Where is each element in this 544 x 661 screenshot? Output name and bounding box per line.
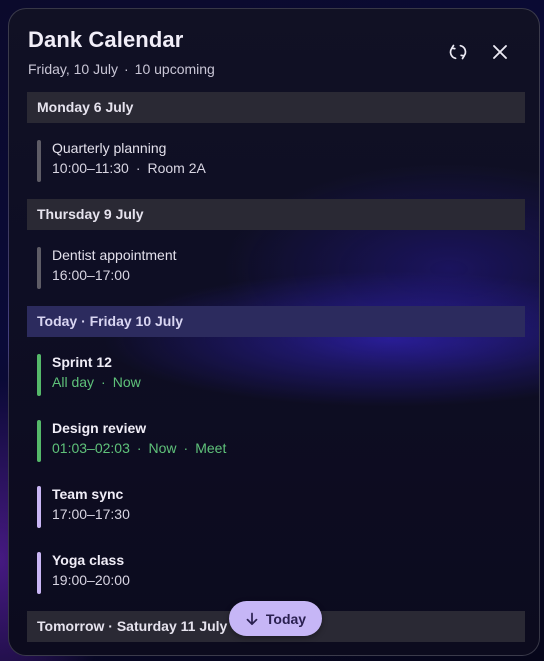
event-status-bar	[37, 420, 41, 462]
event-time: All day	[52, 374, 95, 390]
event-title: Yoga class	[52, 552, 125, 568]
upcoming-count: 10 upcoming	[134, 61, 215, 77]
event-meet-link[interactable]: Meet	[195, 440, 226, 456]
event-meta: 19:00–20:00	[52, 572, 130, 588]
event-time: 01:03–02:03	[52, 440, 130, 456]
event-time: 19:00–20:00	[52, 572, 130, 588]
event-dentist-appointment[interactable]: Dentist appointment 16:00–17:00	[27, 243, 525, 291]
event-meta: 10:00–11:30 · Room 2A	[52, 160, 206, 176]
section-header-thursday: Thursday 9 July	[27, 199, 525, 230]
event-sprint-12[interactable]: Sprint 12 All day · Now	[27, 350, 525, 398]
event-meta: 16:00–17:00	[52, 267, 130, 283]
event-design-review[interactable]: Design review 01:03–02:03 · Now · Meet	[27, 416, 525, 464]
current-date: Friday, 10 July	[28, 61, 118, 77]
today-button-label: Today	[265, 610, 307, 627]
popup-header: Dank Calendar Friday, 10 July · 10 upcomin…	[27, 27, 521, 79]
event-title: Team sync	[52, 486, 124, 502]
jump-to-today-button[interactable]: Today	[229, 601, 322, 636]
subtitle-separator: ·	[124, 61, 129, 77]
close-icon	[493, 45, 507, 59]
event-meta: 01:03–02:03 · Now · Meet	[52, 440, 227, 456]
app-title: Dank Calendar	[28, 27, 184, 52]
event-meta: All day · Now	[52, 374, 141, 390]
event-location: Room 2A	[147, 160, 206, 176]
event-team-sync[interactable]: Team sync 17:00–17:30	[27, 482, 525, 530]
arrow-down-icon	[246, 612, 258, 625]
event-title: Quarterly planning	[52, 140, 167, 156]
event-yoga-class[interactable]: Yoga class 19:00–20:00	[27, 548, 525, 596]
section-header-monday: Monday 6 July	[27, 92, 525, 123]
event-now-badge: Now	[112, 374, 141, 390]
event-time: 17:00–17:30	[52, 506, 130, 522]
event-status-bar	[37, 486, 41, 528]
event-meta: 17:00–17:30	[52, 506, 130, 522]
event-quarterly-planning[interactable]: Quarterly planning 10:00–11:30 · Room 2A	[27, 136, 525, 184]
event-now-badge: Now	[148, 440, 177, 456]
calendar-popup: Dank Calendar Friday, 10 July · 10 upcomin…	[8, 8, 540, 656]
event-time: 16:00–17:00	[52, 267, 130, 283]
event-time: 10:00–11:30	[52, 160, 129, 176]
event-title: Sprint 12	[52, 354, 112, 370]
close-button[interactable]	[485, 37, 515, 67]
event-status-bar	[37, 140, 41, 182]
event-title: Design review	[52, 420, 147, 436]
section-header-today: Today · Friday 10 July	[27, 306, 525, 337]
event-title: Dentist appointment	[52, 247, 177, 263]
refresh-button[interactable]	[443, 37, 473, 67]
event-status-bar	[37, 354, 41, 396]
refresh-icon	[449, 44, 467, 60]
header-subtitle: Friday, 10 July · 10 upcoming	[28, 61, 215, 77]
event-status-bar	[37, 247, 41, 289]
event-status-bar	[37, 552, 41, 594]
